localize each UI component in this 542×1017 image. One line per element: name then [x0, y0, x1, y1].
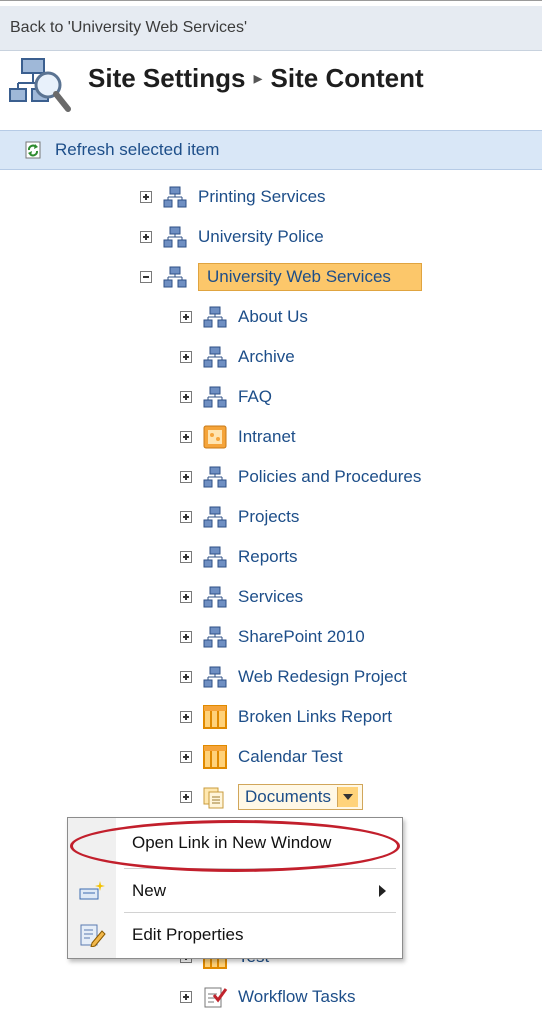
tree-item-label[interactable]: Documents [245, 787, 331, 807]
tree-item-documents[interactable]: Documents [180, 782, 363, 812]
expand-icon[interactable] [180, 351, 192, 363]
tree-item-label[interactable]: Projects [238, 507, 299, 527]
back-bar: Back to 'University Web Services' [0, 6, 542, 51]
submenu-arrow-icon [379, 885, 386, 897]
expand-icon[interactable] [180, 711, 192, 723]
page-title: Site Settings ▸ Site Content [88, 63, 424, 94]
tree-item-about-us[interactable]: About Us [180, 302, 308, 332]
menu-item-label[interactable]: New [132, 881, 166, 901]
tree-item-sharepoint-2010[interactable]: SharePoint 2010 [180, 622, 365, 652]
back-link[interactable]: Back to 'University Web Services' [10, 19, 247, 37]
menu-item-new[interactable]: New [68, 870, 402, 912]
new-item-icon [79, 881, 105, 900]
tree-item-label[interactable]: Archive [238, 347, 295, 367]
expand-icon[interactable] [180, 471, 192, 483]
edit-properties-icon [80, 924, 106, 947]
tree-item-label[interactable]: Calendar Test [238, 747, 343, 767]
intranet-icon [203, 425, 227, 449]
tree-item-calendar-test[interactable]: Calendar Test [180, 742, 343, 772]
tree-item-label[interactable]: Printing Services [198, 187, 326, 207]
tasks-icon [204, 987, 228, 1008]
expand-icon[interactable] [180, 311, 192, 323]
tree-item-policies-and-procedures[interactable]: Policies and Procedures [180, 462, 421, 492]
refresh-icon[interactable] [25, 141, 41, 159]
tree-item-workflow-tasks[interactable]: Workflow Tasks [180, 982, 355, 1012]
expand-icon[interactable] [180, 511, 192, 523]
tree-item-label[interactable]: Web Redesign Project [238, 667, 407, 687]
expand-icon[interactable] [180, 751, 192, 763]
site-icon [203, 626, 227, 648]
tree-item-faq[interactable]: FAQ [180, 382, 272, 412]
tree-item-printing-services[interactable]: Printing Services [140, 182, 326, 212]
site-icon [203, 586, 227, 608]
documents-item-box[interactable]: Documents [238, 784, 363, 810]
tree-item-reports[interactable]: Reports [180, 542, 298, 572]
menu-item-label[interactable]: Edit Properties [132, 925, 244, 945]
tree-item-label[interactable]: Broken Links Report [238, 707, 392, 727]
dropdown-arrow-icon[interactable] [336, 787, 358, 807]
breadcrumb-separator: ▸ [253, 68, 263, 88]
title-site-settings[interactable]: Site Settings [88, 63, 245, 93]
tree-item-label[interactable]: About Us [238, 307, 308, 327]
tree-item-label[interactable]: Policies and Procedures [238, 467, 421, 487]
tree-item-university-police[interactable]: University Police [140, 222, 324, 252]
site-icon [203, 466, 227, 488]
site-icon [163, 226, 187, 248]
tree-item-web-redesign-project[interactable]: Web Redesign Project [180, 662, 407, 692]
site-icon [203, 666, 227, 688]
site-icon [203, 346, 227, 368]
highlight-annotation-ring [70, 820, 400, 872]
site-settings-icon [9, 58, 71, 112]
expand-icon[interactable] [140, 231, 152, 243]
expand-icon[interactable] [180, 991, 192, 1003]
tree-item-label[interactable]: FAQ [238, 387, 272, 407]
tree-item-label[interactable]: Services [238, 587, 303, 607]
tree-item-projects[interactable]: Projects [180, 502, 299, 532]
tree-item-archive[interactable]: Archive [180, 342, 295, 372]
expand-icon[interactable] [180, 431, 192, 443]
site-icon [203, 306, 227, 328]
tree-item-services[interactable]: Services [180, 582, 303, 612]
refresh-selected-item-button[interactable]: Refresh selected item [55, 140, 219, 160]
tree-item-label[interactable]: SharePoint 2010 [238, 627, 365, 647]
title-site-content: Site Content [270, 63, 424, 93]
collapse-icon[interactable] [140, 271, 152, 283]
expand-icon[interactable] [140, 191, 152, 203]
tree-item-university-web-services[interactable]: University Web Services [140, 262, 422, 292]
expand-icon[interactable] [180, 391, 192, 403]
site-icon [203, 546, 227, 568]
expand-icon[interactable] [180, 551, 192, 563]
tree-item-label-selected[interactable]: University Web Services [198, 263, 422, 291]
page-title-bar: Site Settings ▸ Site Content [0, 51, 542, 121]
menu-item-edit-properties[interactable]: Edit Properties [68, 914, 402, 956]
tree-toolbar: Refresh selected item [0, 130, 542, 170]
tree-item-label[interactable]: Reports [238, 547, 298, 567]
tree-item-label[interactable]: Intranet [238, 427, 296, 447]
site-icon [203, 386, 227, 408]
expand-icon[interactable] [180, 671, 192, 683]
tree-item-label[interactable]: Workflow Tasks [238, 987, 355, 1007]
site-icon [163, 266, 187, 288]
site-icon [203, 506, 227, 528]
list-icon [203, 705, 227, 729]
tree-item-broken-links-report[interactable]: Broken Links Report [180, 702, 392, 732]
tree-item-intranet[interactable]: Intranet [180, 422, 296, 452]
site-icon [163, 186, 187, 208]
expand-icon[interactable] [180, 791, 192, 803]
tree-item-label[interactable]: University Police [198, 227, 324, 247]
list-icon [203, 745, 227, 769]
expand-icon[interactable] [180, 591, 192, 603]
menu-divider [124, 912, 396, 913]
document-library-icon [203, 787, 224, 809]
expand-icon[interactable] [180, 631, 192, 643]
